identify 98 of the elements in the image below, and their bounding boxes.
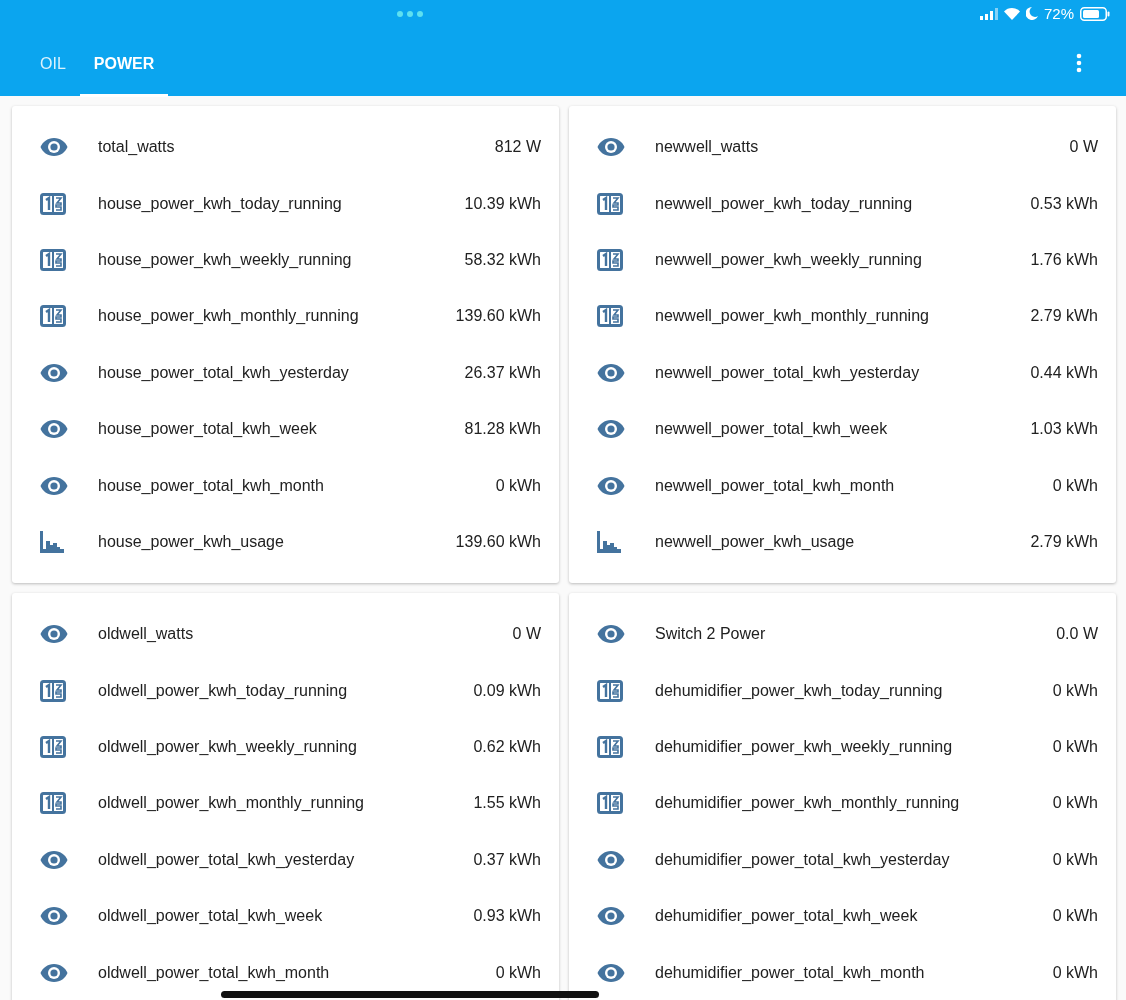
counter-icon — [597, 305, 623, 328]
entity-state: 0.93 kWh — [473, 907, 541, 926]
entity-name[interactable]: newwell_power_total_kwh_yesterday — [655, 363, 1031, 382]
entity-name[interactable]: oldwell_power_total_kwh_week — [98, 907, 474, 926]
entity-state: 1.55 kWh — [473, 794, 541, 813]
entity-state: 0 kWh — [495, 476, 541, 495]
entity-name[interactable]: newwell_power_kwh_usage — [655, 532, 1031, 551]
entity-state: 10.39 kWh — [464, 194, 541, 213]
counter-icon — [40, 792, 66, 815]
entity-name[interactable]: house_power_kwh_monthly_running — [98, 307, 456, 326]
entity-state: 0.44 kWh — [1030, 363, 1098, 382]
eye-icon — [40, 849, 68, 870]
eye-icon — [40, 137, 68, 158]
entity-state: 0 W — [512, 625, 541, 644]
counter-icon — [40, 305, 66, 328]
entity-state: 0 W — [1069, 138, 1098, 157]
entity-state: 1.76 kWh — [1030, 250, 1098, 269]
moon-icon — [1025, 7, 1038, 20]
entity-state: 0 kWh — [1052, 738, 1098, 757]
entity-state: 0 kWh — [1052, 794, 1098, 813]
entity-name[interactable]: oldwell_watts — [98, 625, 513, 644]
entity-name[interactable]: dehumidifier_power_total_kwh_month — [655, 963, 1053, 982]
entity-state: 0.62 kWh — [473, 738, 541, 757]
eye-icon — [597, 624, 625, 645]
entity-state: 0.0 W — [1056, 625, 1098, 644]
entity-name[interactable]: total_watts — [98, 138, 495, 157]
entity-name[interactable]: house_power_total_kwh_week — [98, 420, 465, 439]
entity-name[interactable]: oldwell_power_kwh_monthly_running — [98, 794, 474, 813]
entity-name[interactable]: dehumidifier_power_total_kwh_week — [655, 907, 1053, 926]
more-options-icon[interactable] — [1076, 53, 1082, 73]
counter-icon — [597, 736, 623, 759]
entity-name[interactable]: newwell_watts — [655, 138, 1070, 157]
entity-state: 2.79 kWh — [1030, 307, 1098, 326]
entity-name[interactable]: house_power_total_kwh_month — [98, 476, 496, 495]
counter-icon — [40, 248, 66, 271]
entity-state: 139.60 kWh — [455, 307, 541, 326]
eye-icon — [40, 962, 68, 983]
entity-name[interactable]: newwell_power_kwh_weekly_running — [655, 250, 1031, 269]
counter-icon — [597, 679, 623, 702]
eye-icon — [597, 962, 625, 983]
counter-icon — [40, 192, 66, 215]
entity-state: 1.03 kWh — [1030, 420, 1098, 439]
eye-icon — [40, 906, 68, 927]
entity-state: 2.79 kWh — [1030, 532, 1098, 551]
entity-state: 0 kWh — [1052, 850, 1098, 869]
eye-icon — [597, 906, 625, 927]
entity-name[interactable]: dehumidifier_power_total_kwh_yesterday — [655, 850, 1053, 869]
battery-icon — [1080, 6, 1110, 21]
entity-state: 0 kWh — [1052, 681, 1098, 700]
counter-icon — [597, 248, 623, 271]
entity-state: 0 kWh — [1052, 963, 1098, 982]
battery-percentage: 72% — [1043, 5, 1074, 22]
entity-name[interactable]: newwell_power_kwh_monthly_running — [655, 307, 1031, 326]
bar-chart-icon — [597, 530, 621, 553]
entity-state: 58.32 kWh — [464, 250, 541, 269]
entity-state: 0 kWh — [1052, 476, 1098, 495]
home-indicator[interactable] — [221, 991, 599, 998]
entity-name[interactable]: house_power_kwh_usage — [98, 532, 456, 551]
eye-icon — [40, 419, 68, 440]
counter-icon — [597, 192, 623, 215]
eye-icon — [597, 475, 625, 496]
bar-chart-icon — [40, 530, 64, 553]
entity-state: 0 kWh — [495, 963, 541, 982]
entity-name[interactable]: oldwell_power_total_kwh_month — [98, 963, 496, 982]
wifi-icon — [1003, 7, 1020, 20]
entity-name[interactable]: oldwell_power_total_kwh_yesterday — [98, 850, 474, 869]
entity-name[interactable]: Switch 2 Power — [655, 625, 1057, 644]
entity-state: 0.37 kWh — [473, 850, 541, 869]
signal-icon — [979, 7, 998, 20]
eye-icon — [597, 419, 625, 440]
entity-state: 0.09 kWh — [473, 681, 541, 700]
counter-icon — [597, 792, 623, 815]
entity-state: 0 kWh — [1052, 907, 1098, 926]
counter-icon — [40, 679, 66, 702]
entity-name[interactable]: dehumidifier_power_kwh_monthly_running — [655, 794, 1053, 813]
entity-state: 139.60 kWh — [455, 532, 541, 551]
entity-name[interactable]: house_power_total_kwh_yesterday — [98, 363, 465, 382]
entity-name[interactable]: newwell_power_kwh_today_running — [655, 194, 1031, 213]
eye-icon — [40, 475, 68, 496]
entity-name[interactable]: house_power_kwh_weekly_running — [98, 250, 465, 269]
entity-state: 0.53 kWh — [1030, 194, 1098, 213]
entity-name[interactable]: dehumidifier_power_kwh_today_running — [655, 681, 1053, 700]
counter-icon — [40, 736, 66, 759]
entity-name[interactable]: house_power_kwh_today_running — [98, 194, 465, 213]
entity-name[interactable]: newwell_power_total_kwh_month — [655, 476, 1053, 495]
entity-name[interactable]: dehumidifier_power_kwh_weekly_running — [655, 738, 1053, 757]
eye-icon — [40, 362, 68, 383]
multitasking-dots-icon[interactable] — [397, 11, 423, 17]
entity-state: 81.28 kWh — [464, 420, 541, 439]
eye-icon — [40, 624, 68, 645]
entity-state: 26.37 kWh — [464, 363, 541, 382]
entity-name[interactable]: oldwell_power_kwh_today_running — [98, 681, 474, 700]
entity-name[interactable]: newwell_power_total_kwh_week — [655, 420, 1031, 439]
entity-name[interactable]: oldwell_power_kwh_weekly_running — [98, 738, 474, 757]
entity-state: 812 W — [494, 138, 541, 157]
eye-icon — [597, 849, 625, 870]
eye-icon — [597, 362, 625, 383]
eye-icon — [597, 137, 625, 158]
